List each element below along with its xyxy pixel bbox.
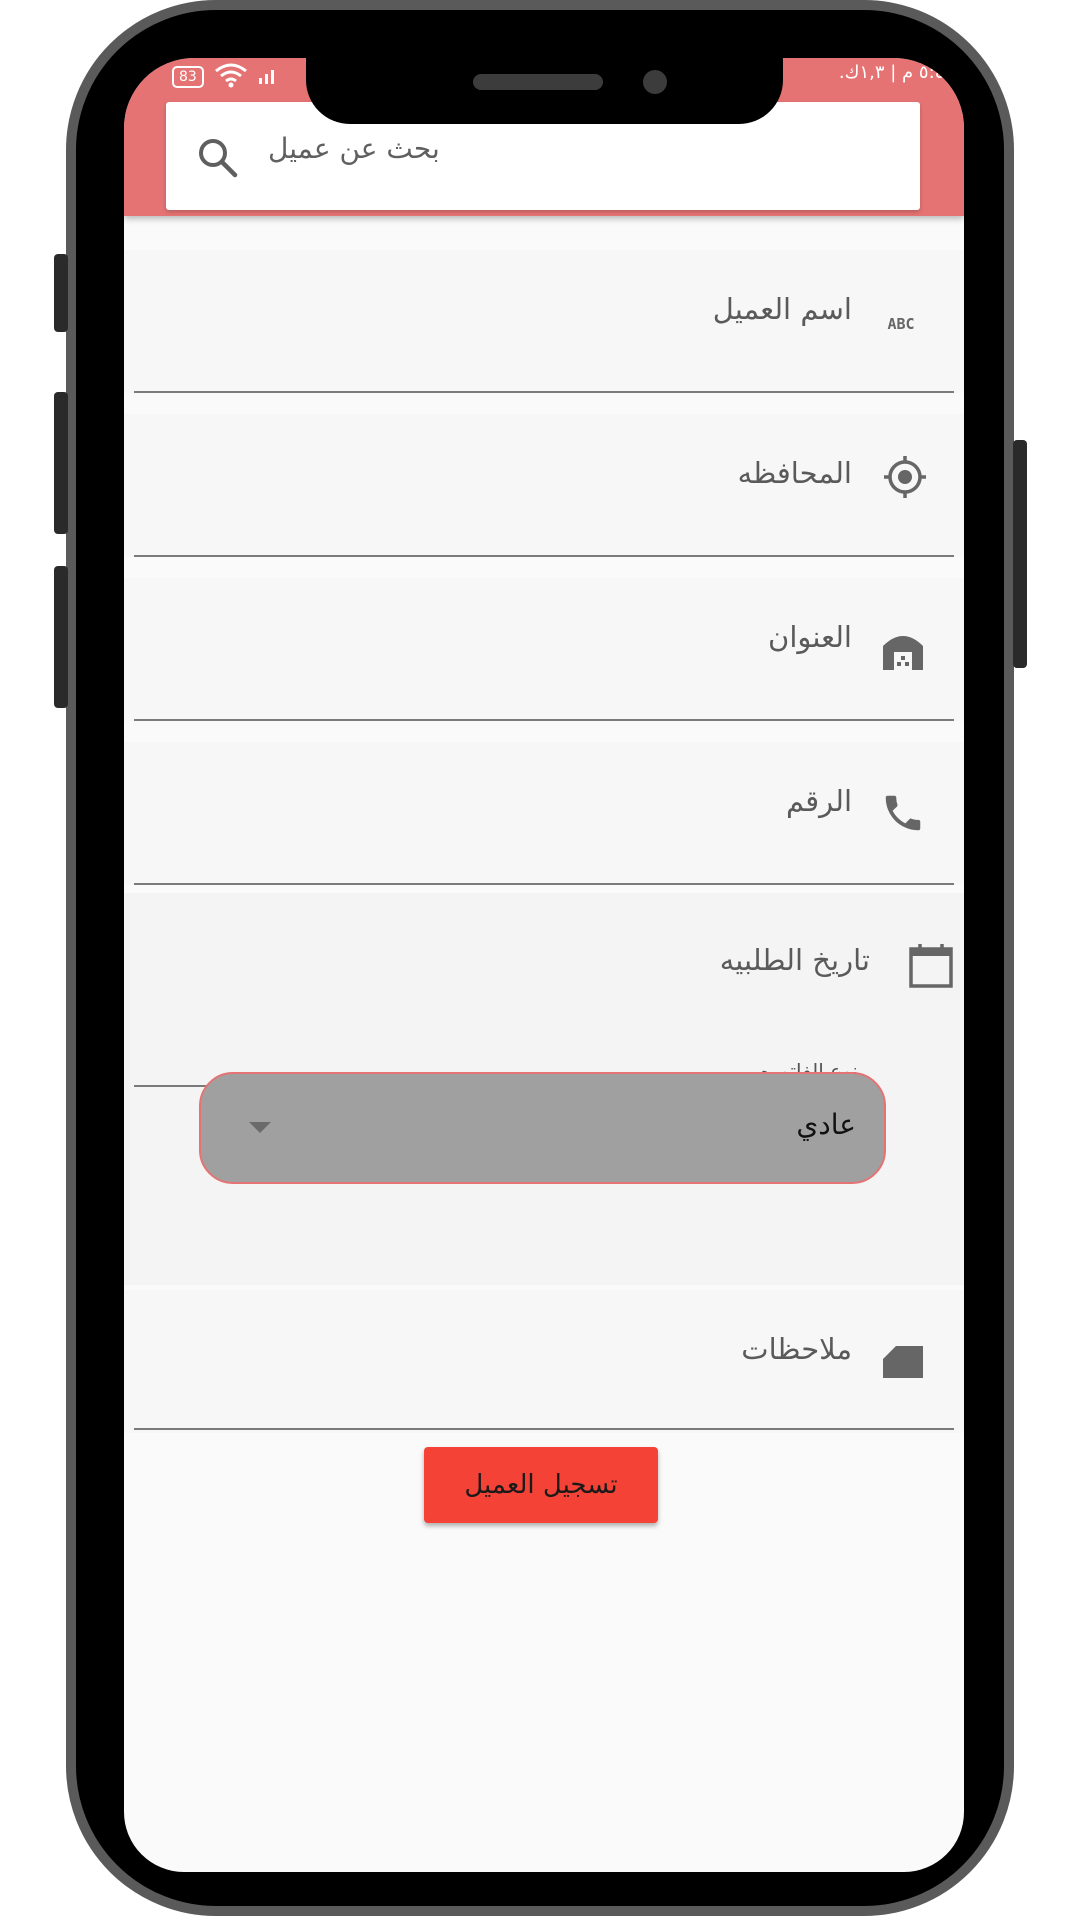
customer-name-field[interactable]: اسم العميل ABC: [124, 250, 964, 393]
governorate-label: المحافظه: [737, 456, 852, 490]
phone-camera: [643, 70, 667, 94]
app-screen: 83 ٥:٤٨ م | ١,٣ك. بحث عن عميل اسم العميل…: [124, 58, 964, 1872]
status-icons: 83: [172, 62, 276, 92]
notes-field[interactable]: ملاحظات: [124, 1290, 964, 1433]
location-icon: [882, 454, 928, 500]
phone-button-left-2: [54, 392, 68, 534]
search-icon[interactable]: [196, 136, 240, 180]
wifi-icon: [214, 62, 248, 92]
phone-speaker: [473, 74, 603, 90]
invoice-type-dropdown[interactable]: عادي: [199, 1072, 886, 1184]
customer-name-underline: [134, 391, 954, 393]
address-underline: [134, 719, 954, 721]
customer-name-label: اسم العميل: [712, 292, 852, 326]
status-time: ٥:٤٨ م | ١,٣ك.: [838, 62, 954, 83]
phone-notch: [306, 58, 783, 124]
abc-icon: ABC: [878, 300, 924, 346]
phone-button-left-1: [54, 254, 68, 332]
svg-text:ABC: ABC: [887, 315, 914, 333]
phone-button-right: [1013, 440, 1027, 668]
battery-indicator: 83: [172, 66, 204, 88]
dropdown-arrow-icon[interactable]: [249, 1122, 271, 1133]
home-icon: [880, 626, 926, 672]
signal-icon: [258, 65, 276, 89]
address-field[interactable]: العنوان: [124, 578, 964, 721]
calendar-icon[interactable]: [908, 943, 954, 989]
phone-label: الرقم: [785, 784, 852, 818]
order-date-label[interactable]: تاريخ الطلبيه: [720, 943, 870, 977]
register-customer-button[interactable]: تسجيل العميل: [424, 1447, 658, 1523]
phone-underline: [134, 883, 954, 885]
address-label: العنوان: [768, 620, 852, 654]
phone-button-left-3: [54, 566, 68, 708]
phone-icon: [880, 790, 926, 836]
notes-underline: [134, 1428, 954, 1430]
search-input[interactable]: بحث عن عميل: [268, 132, 440, 165]
notes-label: ملاحظات: [741, 1332, 852, 1366]
label-icon: [880, 1338, 926, 1384]
governorate-underline: [134, 555, 954, 557]
phone-field[interactable]: الرقم: [124, 742, 964, 885]
invoice-type-value: عادي: [796, 1108, 856, 1141]
governorate-field[interactable]: المحافظه: [124, 414, 964, 557]
